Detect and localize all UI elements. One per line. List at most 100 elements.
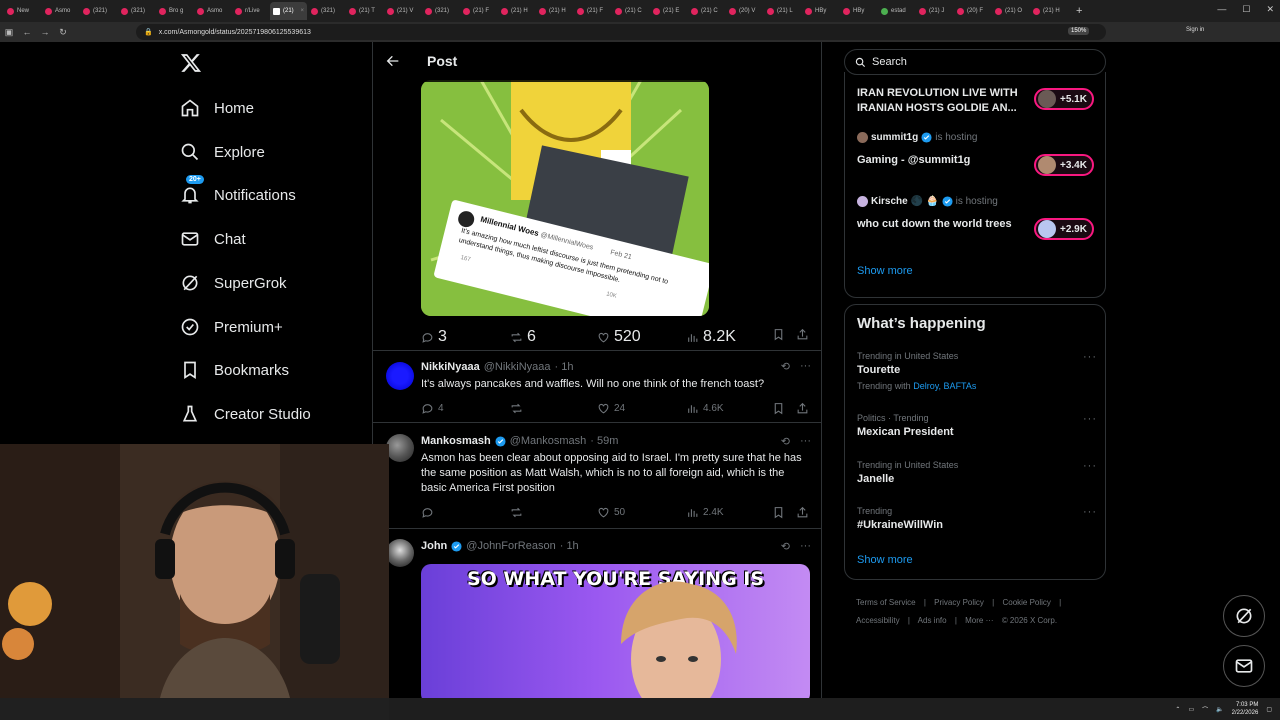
browser-tab[interactable]: (20) V: [726, 2, 763, 20]
browser-tab[interactable]: New: [4, 2, 41, 20]
author-handle[interactable]: @JohnForReason: [466, 540, 555, 552]
new-tab-icon[interactable]: +: [1076, 5, 1082, 17]
reply-button[interactable]: 4: [421, 402, 444, 415]
more-icon[interactable]: ···: [1083, 506, 1097, 518]
views-button[interactable]: 2.4K: [686, 506, 724, 519]
repost-button[interactable]: [510, 402, 523, 415]
bookmark-button[interactable]: [772, 506, 785, 519]
reply-button[interactable]: [421, 506, 434, 519]
trend-name[interactable]: #UkraineWillWin: [857, 519, 943, 531]
trend-name[interactable]: Mexican President: [857, 426, 954, 438]
live-join-pill[interactable]: +3.4K: [1034, 154, 1094, 176]
tab-close-icon[interactable]: ×: [300, 8, 304, 14]
nav-premium[interactable]: Premium+: [180, 317, 283, 337]
back-arrow-icon[interactable]: [385, 53, 401, 69]
grok-icon[interactable]: ⟲: [781, 540, 790, 553]
nav-notifications[interactable]: 20+ Notifications: [180, 175, 296, 205]
more-icon[interactable]: ···: [800, 360, 811, 373]
browser-tab[interactable]: (21) C: [688, 2, 725, 20]
forward-icon[interactable]: →: [36, 27, 54, 37]
sidebar-toggle-icon[interactable]: ▣: [0, 27, 18, 38]
footer-cookie-link[interactable]: Cookie Policy: [1002, 598, 1050, 607]
grok-icon[interactable]: ⟲: [781, 435, 790, 448]
browser-tab[interactable]: (321): [422, 2, 459, 20]
live-join-pill[interactable]: +5.1K: [1034, 88, 1094, 110]
browser-tab[interactable]: (21) E: [650, 2, 687, 20]
trend-name[interactable]: Tourette: [857, 364, 900, 376]
more-icon[interactable]: ···: [1083, 413, 1097, 425]
footer-more-link[interactable]: More ···: [965, 616, 993, 625]
trend-name[interactable]: Janelle: [857, 473, 894, 485]
chevron-up-icon[interactable]: ⌃: [1175, 706, 1180, 713]
show-more-link[interactable]: Show more: [857, 554, 913, 566]
reply-image[interactable]: SO WHAT YOU'RE SAYING IS: [421, 564, 810, 698]
maximize-icon[interactable]: ☐: [1242, 4, 1250, 15]
more-icon[interactable]: ···: [1083, 460, 1097, 472]
clock[interactable]: 7:03 PM 2/22/2026: [1232, 701, 1259, 717]
nav-home[interactable]: Home: [180, 98, 254, 118]
repost-button[interactable]: [510, 506, 523, 519]
browser-tab[interactable]: (21) F: [460, 2, 497, 20]
browser-tab[interactable]: (21) H: [536, 2, 573, 20]
reply-button[interactable]: 3: [421, 328, 447, 346]
browser-tab[interactable]: HBy: [802, 2, 839, 20]
more-icon[interactable]: ···: [800, 540, 811, 553]
x-logo-icon[interactable]: [180, 52, 202, 74]
notification-center-icon[interactable]: ▢: [1266, 706, 1272, 713]
like-button[interactable]: 24: [597, 402, 625, 415]
zoom-badge[interactable]: 150%: [1068, 27, 1090, 35]
browser-tab[interactable]: (21) J: [916, 2, 953, 20]
author-name[interactable]: Mankosmash: [421, 435, 491, 447]
like-button[interactable]: 520: [597, 328, 641, 346]
author-handle[interactable]: @Mankosmash: [510, 435, 587, 447]
nav-supergrok[interactable]: SuperGrok: [180, 273, 287, 293]
post-image[interactable]: Millennial Woes @MillennialWoes Feb 21 I…: [421, 80, 709, 316]
browser-tab[interactable]: r/Live: [232, 2, 269, 20]
views-button[interactable]: 4.6K: [686, 402, 724, 415]
browser-tab[interactable]: Asmo: [42, 2, 79, 20]
nav-chat[interactable]: Chat: [180, 229, 246, 249]
wifi-icon[interactable]: ⌒: [1202, 705, 1208, 714]
footer-terms-link[interactable]: Terms of Service: [856, 598, 916, 607]
browser-tab[interactable]: (321): [118, 2, 155, 20]
bookmark-button[interactable]: [772, 402, 785, 415]
author-handle[interactable]: @NikkiNyaaa: [484, 361, 551, 373]
avatar[interactable]: [386, 362, 414, 390]
live-join-pill[interactable]: +2.9K: [1034, 218, 1094, 240]
nav-bookmarks[interactable]: Bookmarks: [180, 360, 289, 380]
timestamp[interactable]: · 1h: [560, 540, 579, 552]
timestamp[interactable]: · 1h: [555, 361, 574, 373]
footer-ads-link[interactable]: Ads info: [918, 616, 947, 625]
author-name[interactable]: NikkiNyaaa: [421, 361, 480, 373]
host-name[interactable]: Kirsche: [871, 196, 908, 207]
footer-privacy-link[interactable]: Privacy Policy: [934, 598, 984, 607]
nav-explore[interactable]: Explore: [180, 142, 265, 162]
browser-tab[interactable]: (21) F: [574, 2, 611, 20]
browser-tab[interactable]: (21) ×: [270, 2, 307, 20]
messages-fab-button[interactable]: [1223, 645, 1265, 687]
browser-tab[interactable]: (21) H: [1030, 2, 1067, 20]
live-title[interactable]: IRAN REVOLUTION LIVE WITH IRANIAN HOSTS …: [857, 86, 1027, 116]
footer-accessibility-link[interactable]: Accessibility: [856, 616, 900, 625]
timestamp[interactable]: · 59m: [590, 435, 618, 447]
show-more-link[interactable]: Show more: [857, 265, 913, 277]
bookmark-button[interactable]: [772, 328, 785, 341]
minimize-icon[interactable]: —: [1217, 4, 1226, 15]
trend-with-links[interactable]: Delroy, BAFTAs: [913, 381, 976, 391]
browser-tab[interactable]: (21) L: [764, 2, 801, 20]
like-button[interactable]: 50: [597, 506, 625, 519]
browser-tab[interactable]: (321): [308, 2, 345, 20]
signin-button[interactable]: Sign in: [1186, 27, 1204, 33]
browser-tab[interactable]: (20) F: [954, 2, 991, 20]
more-icon[interactable]: ···: [1083, 351, 1097, 363]
live-title[interactable]: who cut down the world trees: [857, 217, 1012, 232]
grok-icon[interactable]: ⟲: [781, 360, 790, 373]
search-input[interactable]: Search: [844, 49, 1106, 75]
network-icon[interactable]: ▭: [1188, 706, 1194, 713]
nav-creator-studio[interactable]: Creator Studio: [180, 404, 311, 424]
browser-tab[interactable]: Bro g: [156, 2, 193, 20]
browser-tab[interactable]: (21) T: [346, 2, 383, 20]
share-button[interactable]: [796, 506, 809, 519]
volume-icon[interactable]: 🔈: [1216, 706, 1223, 713]
repost-button[interactable]: 6: [510, 328, 536, 346]
